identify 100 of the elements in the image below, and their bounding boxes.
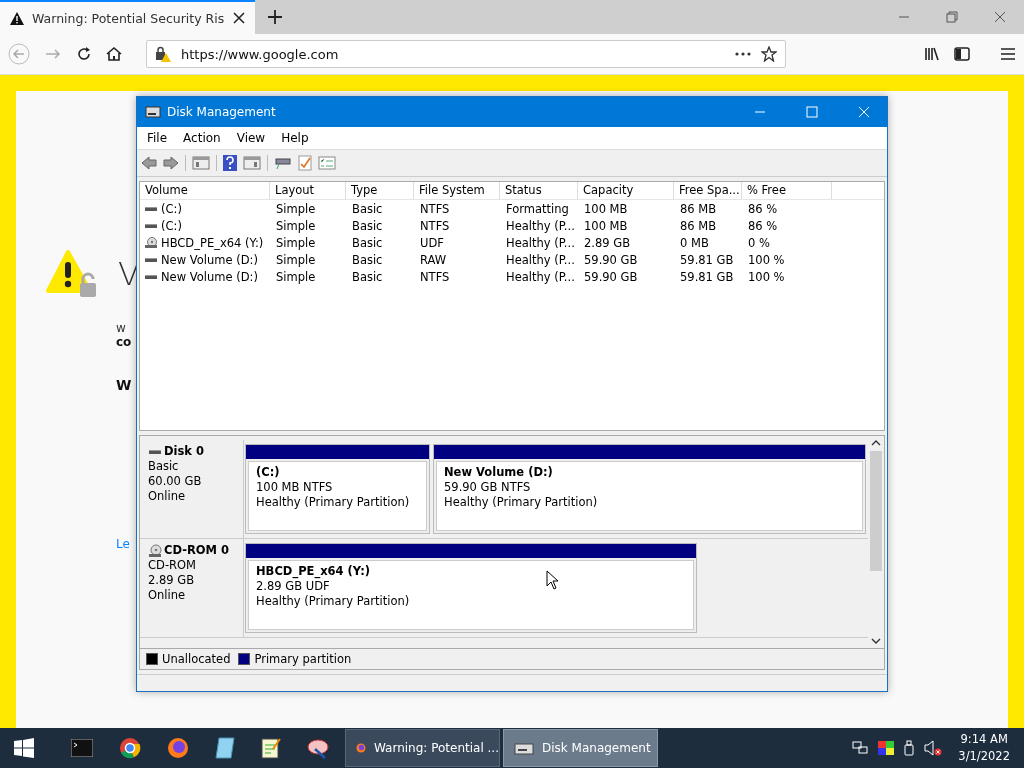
table-cell: HBCD_PE_x64 (Y:) (161, 235, 264, 250)
disk-size: 60.00 GB (148, 474, 203, 489)
scroll-down-icon[interactable] (871, 637, 881, 645)
cd-drive-icon (148, 543, 162, 558)
paint-icon[interactable] (307, 737, 329, 759)
star-icon[interactable] (761, 46, 777, 62)
page-subheading: W (116, 377, 132, 393)
column-header[interactable]: Free Spa... (674, 182, 742, 199)
lock-warning-icon (155, 46, 171, 62)
close-icon[interactable] (233, 12, 245, 24)
table-cell-text: 100 MB (583, 201, 629, 216)
browser-tab[interactable]: Warning: Potential Security Ris (0, 0, 255, 34)
table-cell-text: Basic (351, 201, 384, 216)
reload-icon[interactable] (76, 46, 92, 62)
table-cell-text: 59.90 GB (583, 269, 639, 284)
color-display-icon[interactable] (878, 741, 895, 755)
forward-arrow-icon[interactable] (163, 156, 179, 170)
table-cell-text: NTFS (419, 201, 451, 216)
partition-detail: 59.90 GB NTFS (444, 480, 531, 495)
table-cell-text: Formatting (505, 201, 570, 216)
page-link[interactable]: Le (116, 537, 130, 551)
menu-item[interactable]: File (139, 131, 176, 145)
cd-drive-icon (144, 236, 158, 249)
column-header[interactable]: Capacity (578, 182, 674, 199)
table-cell-text: 86 MB (679, 201, 718, 216)
partition-block[interactable]: (C:) 100 MB NTFS Healthy (Primary Partition) (245, 444, 430, 534)
address-bar[interactable]: https://www.google.com (146, 40, 786, 68)
more-icon[interactable] (735, 52, 751, 56)
scroll-up-icon[interactable] (871, 439, 881, 447)
warning-icon (10, 11, 24, 25)
checklist-icon[interactable] (298, 155, 312, 171)
table-cell-text: Simple (275, 252, 317, 267)
disk-type: Basic (148, 459, 180, 474)
page-text: w (116, 321, 126, 335)
firefox-icon[interactable] (167, 737, 189, 759)
table-cell-text: Healthy (P... (505, 269, 576, 284)
table-cell: (C:) (161, 218, 182, 233)
start-icon[interactable] (14, 738, 34, 758)
panel-icon[interactable] (243, 156, 261, 170)
library-icon[interactable] (924, 46, 940, 62)
disk-name: Disk 0 (164, 444, 204, 459)
table-cell-text: 2.89 GB (583, 235, 632, 250)
mouse-cursor-icon (546, 570, 559, 590)
legend-label: Unallocated (162, 652, 231, 666)
table-cell-text: 59.81 GB (679, 269, 735, 284)
partition-block[interactable]: New Volume (D:) 59.90 GB NTFS Healthy (Primary Partition) (433, 444, 866, 534)
menu-item[interactable]: Action (175, 131, 229, 145)
menu-icon[interactable] (1000, 47, 1016, 61)
disk-status: Online (148, 588, 187, 603)
table-cell-text: Healthy (P... (505, 252, 576, 267)
muted-speaker-icon[interactable] (924, 740, 943, 756)
column-header[interactable]: Layout (270, 182, 346, 199)
usb-icon[interactable] (904, 740, 915, 756)
maximize-icon[interactable] (806, 106, 818, 118)
home-icon[interactable] (106, 46, 122, 62)
terminal-icon[interactable] (71, 739, 93, 757)
partition-detail: 100 MB NTFS (256, 480, 333, 495)
table-cell-text: Healthy (P... (505, 218, 576, 233)
new-tab-icon[interactable] (267, 9, 283, 25)
url-text: https://www.google.com (181, 46, 339, 62)
help-icon[interactable] (223, 155, 237, 171)
clock-date[interactable]: 3/1/2022 (958, 748, 1010, 765)
table-cell: New Volume (D:) (161, 269, 258, 284)
panel-icon[interactable] (192, 156, 210, 170)
column-header[interactable]: Volume (140, 182, 270, 199)
tab-title: Warning: Potential Security Ris (32, 10, 225, 26)
window-title: Disk Management (167, 105, 276, 119)
disk-status: Online (148, 489, 187, 504)
notepad-icon[interactable] (215, 737, 235, 759)
network-icon[interactable] (852, 741, 869, 755)
warning-lock-icon (46, 249, 96, 299)
page-text: co (116, 335, 132, 349)
partition-block[interactable]: HBCD_PE_x64 (Y:) 2.89 GB UDF Healthy (Primary Partition) (245, 543, 697, 633)
table-cell: (C:) (161, 201, 182, 216)
partition-name: New Volume (D:) (444, 465, 553, 480)
disk-size: 2.89 GB (148, 573, 196, 588)
column-header[interactable]: Status (500, 182, 578, 199)
column-header[interactable]: Type (346, 182, 414, 199)
table-cell-text: UDF (419, 235, 445, 250)
back-arrow-icon[interactable] (141, 156, 157, 170)
table-cell-text: NTFS (419, 218, 451, 233)
table-cell-text: Healthy (P... (505, 235, 576, 250)
table-cell-text: NTFS (419, 269, 451, 284)
partition-name: HBCD_PE_x64 (Y:) (256, 564, 371, 579)
menu-item[interactable]: View (228, 131, 274, 145)
disk-name: CD-ROM 0 (164, 543, 230, 558)
column-header[interactable]: File System (414, 182, 500, 199)
browser-icon[interactable] (119, 737, 141, 759)
taskbar-button[interactable]: Disk Management (503, 729, 658, 767)
sidebar-icon[interactable] (954, 47, 970, 61)
document-icon[interactable] (261, 737, 281, 759)
clock-time[interactable]: 9:14 AM (960, 731, 1008, 748)
column-header[interactable]: % Free (742, 182, 832, 199)
drive-icon[interactable] (274, 156, 292, 170)
legend-label: Primary partition (254, 652, 352, 666)
taskbar-button[interactable]: Warning: Potential ... (345, 729, 500, 767)
menu-item[interactable]: Help (273, 131, 317, 145)
table-cell-text: 100 % (747, 252, 786, 267)
restore-icon[interactable] (946, 11, 958, 23)
table-cell-text: 86 MB (679, 218, 718, 233)
